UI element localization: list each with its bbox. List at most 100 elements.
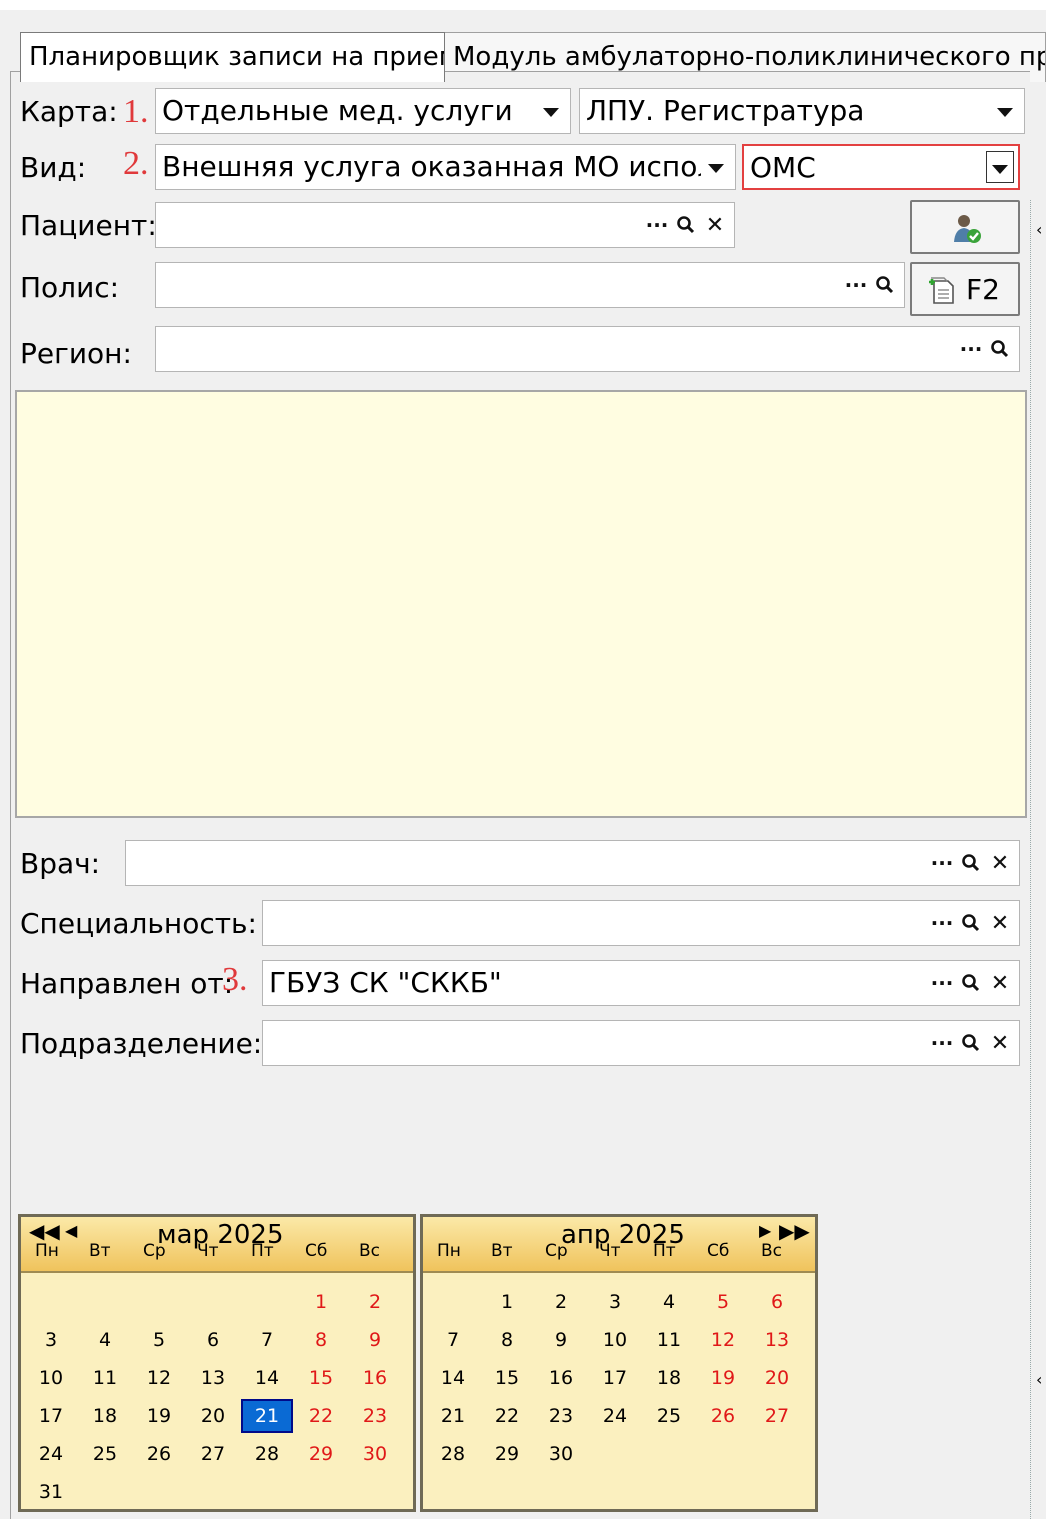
calendar-day[interactable]: 1 (481, 1285, 533, 1319)
calendar-day[interactable]: 10 (25, 1361, 77, 1395)
calendar-march[interactable]: ◀◀ ◀ мар 2025 Пн Вт Ср Чт Пт Сб Вс 1 2 3 4 5 6 7 8 9 10… (18, 1214, 416, 1512)
payment-type-combo[interactable]: ОМС (742, 144, 1020, 190)
search-icon[interactable] (958, 1027, 984, 1059)
calendar-day[interactable]: 21 (427, 1399, 479, 1433)
calendar-day[interactable]: 4 (643, 1285, 695, 1319)
calendar-day[interactable]: 5 (697, 1285, 749, 1319)
calendar-day[interactable]: 16 (349, 1361, 401, 1395)
calendar-day[interactable]: 11 (79, 1361, 131, 1395)
calendar-april[interactable]: апр 2025 ▶ ▶▶ Пн Вт Ср Чт Пт Сб Вс 1 2 3 4 5 6 7 8 9 10… (420, 1214, 818, 1512)
calendar-day[interactable]: 27 (187, 1437, 239, 1471)
prev-month-icon[interactable]: ◀ (65, 1221, 77, 1241)
patient-field[interactable]: ··· ✕ (155, 202, 735, 248)
ellipsis-icon[interactable]: ··· (843, 269, 869, 301)
calendar-day[interactable]: 15 (295, 1361, 347, 1395)
ellipsis-icon[interactable]: ··· (644, 209, 670, 241)
calendar-day[interactable]: 16 (535, 1361, 587, 1395)
calendar-day[interactable]: 15 (481, 1361, 533, 1395)
chevron-left-icon[interactable]: ‹ (1036, 220, 1042, 239)
calendar-day[interactable]: 2 (535, 1285, 587, 1319)
search-icon[interactable] (958, 907, 984, 939)
calendar-day[interactable]: 12 (697, 1323, 749, 1357)
calendar-day[interactable]: 27 (751, 1399, 803, 1433)
calendar-day[interactable]: 23 (535, 1399, 587, 1433)
calendar-day[interactable]: 22 (295, 1399, 347, 1433)
polis-field[interactable]: ··· (155, 262, 905, 308)
close-icon[interactable]: ✕ (987, 847, 1013, 879)
calendar-day[interactable]: 23 (349, 1399, 401, 1433)
prev-year-icon[interactable]: ◀◀ (29, 1221, 60, 1241)
calendar-day[interactable]: 3 (25, 1323, 77, 1357)
calendar-day[interactable]: 18 (643, 1361, 695, 1395)
chevron-down-icon[interactable] (703, 151, 729, 183)
close-icon[interactable]: ✕ (987, 1027, 1013, 1059)
calendar-day[interactable]: 24 (589, 1399, 641, 1433)
tab-planner[interactable]: Планировщик записи на прием (20, 32, 445, 82)
lpu-combo[interactable]: ЛПУ. Регистратура (579, 88, 1025, 134)
calendar-day[interactable]: 13 (187, 1361, 239, 1395)
splitter[interactable] (1030, 200, 1046, 1519)
chevron-left-icon[interactable]: ‹ (1036, 1370, 1042, 1389)
calendar-day[interactable]: 20 (751, 1361, 803, 1395)
patient-select-button[interactable] (910, 200, 1020, 254)
search-icon[interactable] (958, 967, 984, 999)
vrach-field[interactable]: ··· ✕ (125, 840, 1020, 886)
calendar-day[interactable]: 4 (79, 1323, 131, 1357)
calendar-day[interactable]: 6 (187, 1323, 239, 1357)
search-icon[interactable] (872, 269, 898, 301)
next-month-icon[interactable]: ▶ (759, 1221, 771, 1241)
calendar-day[interactable]: 3 (589, 1285, 641, 1319)
calendar-day[interactable]: 8 (295, 1323, 347, 1357)
calendar-day[interactable]: 2 (349, 1285, 401, 1319)
ellipsis-icon[interactable]: ··· (929, 967, 955, 999)
calendar-day[interactable]: 1 (295, 1285, 347, 1319)
calendar-day[interactable]: 17 (25, 1399, 77, 1433)
ellipsis-icon[interactable]: ··· (958, 333, 984, 365)
napravlen-field[interactable]: ГБУЗ СК "СККБ" ··· ✕ (262, 960, 1020, 1006)
calendar-day[interactable]: 14 (241, 1361, 293, 1395)
region-field[interactable]: ··· (155, 326, 1020, 372)
calendar-day[interactable]: 30 (535, 1437, 587, 1471)
calendar-day[interactable]: 12 (133, 1361, 185, 1395)
calendar-day[interactable]: 28 (427, 1437, 479, 1471)
calendar-day[interactable]: 25 (643, 1399, 695, 1433)
calendar-day[interactable]: 25 (79, 1437, 131, 1471)
calendar-day[interactable]: 24 (25, 1437, 77, 1471)
calendar-day[interactable]: 7 (241, 1323, 293, 1357)
search-icon[interactable] (987, 333, 1013, 365)
close-icon[interactable]: ✕ (987, 907, 1013, 939)
chevron-down-icon[interactable] (986, 151, 1014, 183)
vid-combo[interactable]: Внешняя услуга оказанная МО исполн (155, 144, 736, 190)
podrazd-field[interactable]: ··· ✕ (262, 1020, 1020, 1066)
chevron-down-icon[interactable] (538, 95, 564, 127)
calendar-day-selected[interactable]: 21 (241, 1399, 293, 1433)
ellipsis-icon[interactable]: ··· (929, 847, 955, 879)
search-icon[interactable] (673, 209, 699, 241)
search-icon[interactable] (958, 847, 984, 879)
calendar-day[interactable]: 29 (295, 1437, 347, 1471)
calendar-day[interactable]: 18 (79, 1399, 131, 1433)
calendar-day[interactable]: 6 (751, 1285, 803, 1319)
calendar-day[interactable]: 26 (133, 1437, 185, 1471)
calendar-day[interactable]: 28 (241, 1437, 293, 1471)
close-icon[interactable]: ✕ (702, 209, 728, 241)
karta-combo[interactable]: Отдельные мед. услуги (155, 88, 571, 134)
calendar-day[interactable]: 9 (349, 1323, 401, 1357)
ellipsis-icon[interactable]: ··· (929, 907, 955, 939)
calendar-day[interactable]: 26 (697, 1399, 749, 1433)
calendar-day[interactable]: 20 (187, 1399, 239, 1433)
calendar-day[interactable]: 19 (133, 1399, 185, 1433)
calendar-day[interactable]: 9 (535, 1323, 587, 1357)
calendar-day[interactable]: 14 (427, 1361, 479, 1395)
spec-field[interactable]: ··· ✕ (262, 900, 1020, 946)
calendar-day[interactable]: 7 (427, 1323, 479, 1357)
calendar-day[interactable]: 10 (589, 1323, 641, 1357)
patient-info-memo[interactable] (15, 390, 1027, 818)
calendar-day[interactable]: 8 (481, 1323, 533, 1357)
close-icon[interactable]: ✕ (987, 967, 1013, 999)
calendar-day[interactable]: 29 (481, 1437, 533, 1471)
calendar-day[interactable]: 19 (697, 1361, 749, 1395)
polis-new-button[interactable]: F2 (910, 262, 1020, 316)
calendar-day[interactable]: 31 (25, 1475, 77, 1509)
ellipsis-icon[interactable]: ··· (929, 1027, 955, 1059)
